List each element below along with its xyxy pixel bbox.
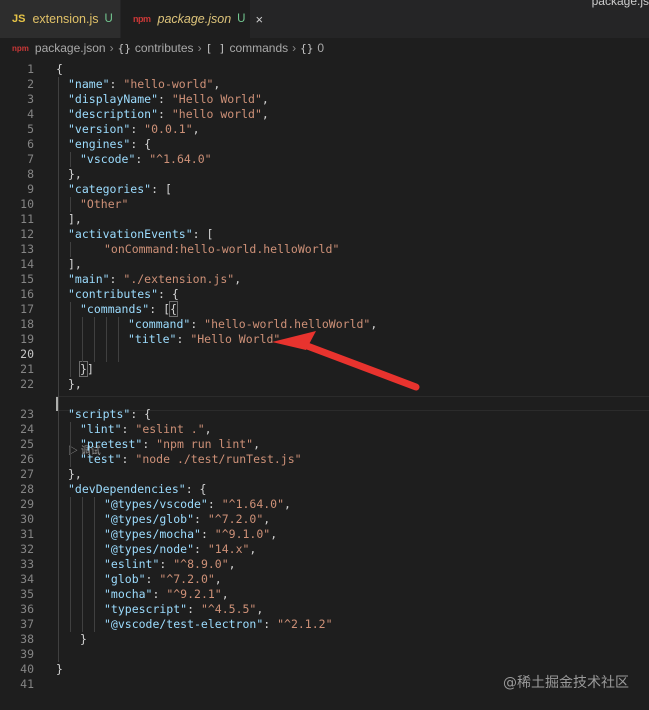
red-arrow-annotation (272, 331, 420, 391)
arrow-shaft (298, 340, 420, 391)
